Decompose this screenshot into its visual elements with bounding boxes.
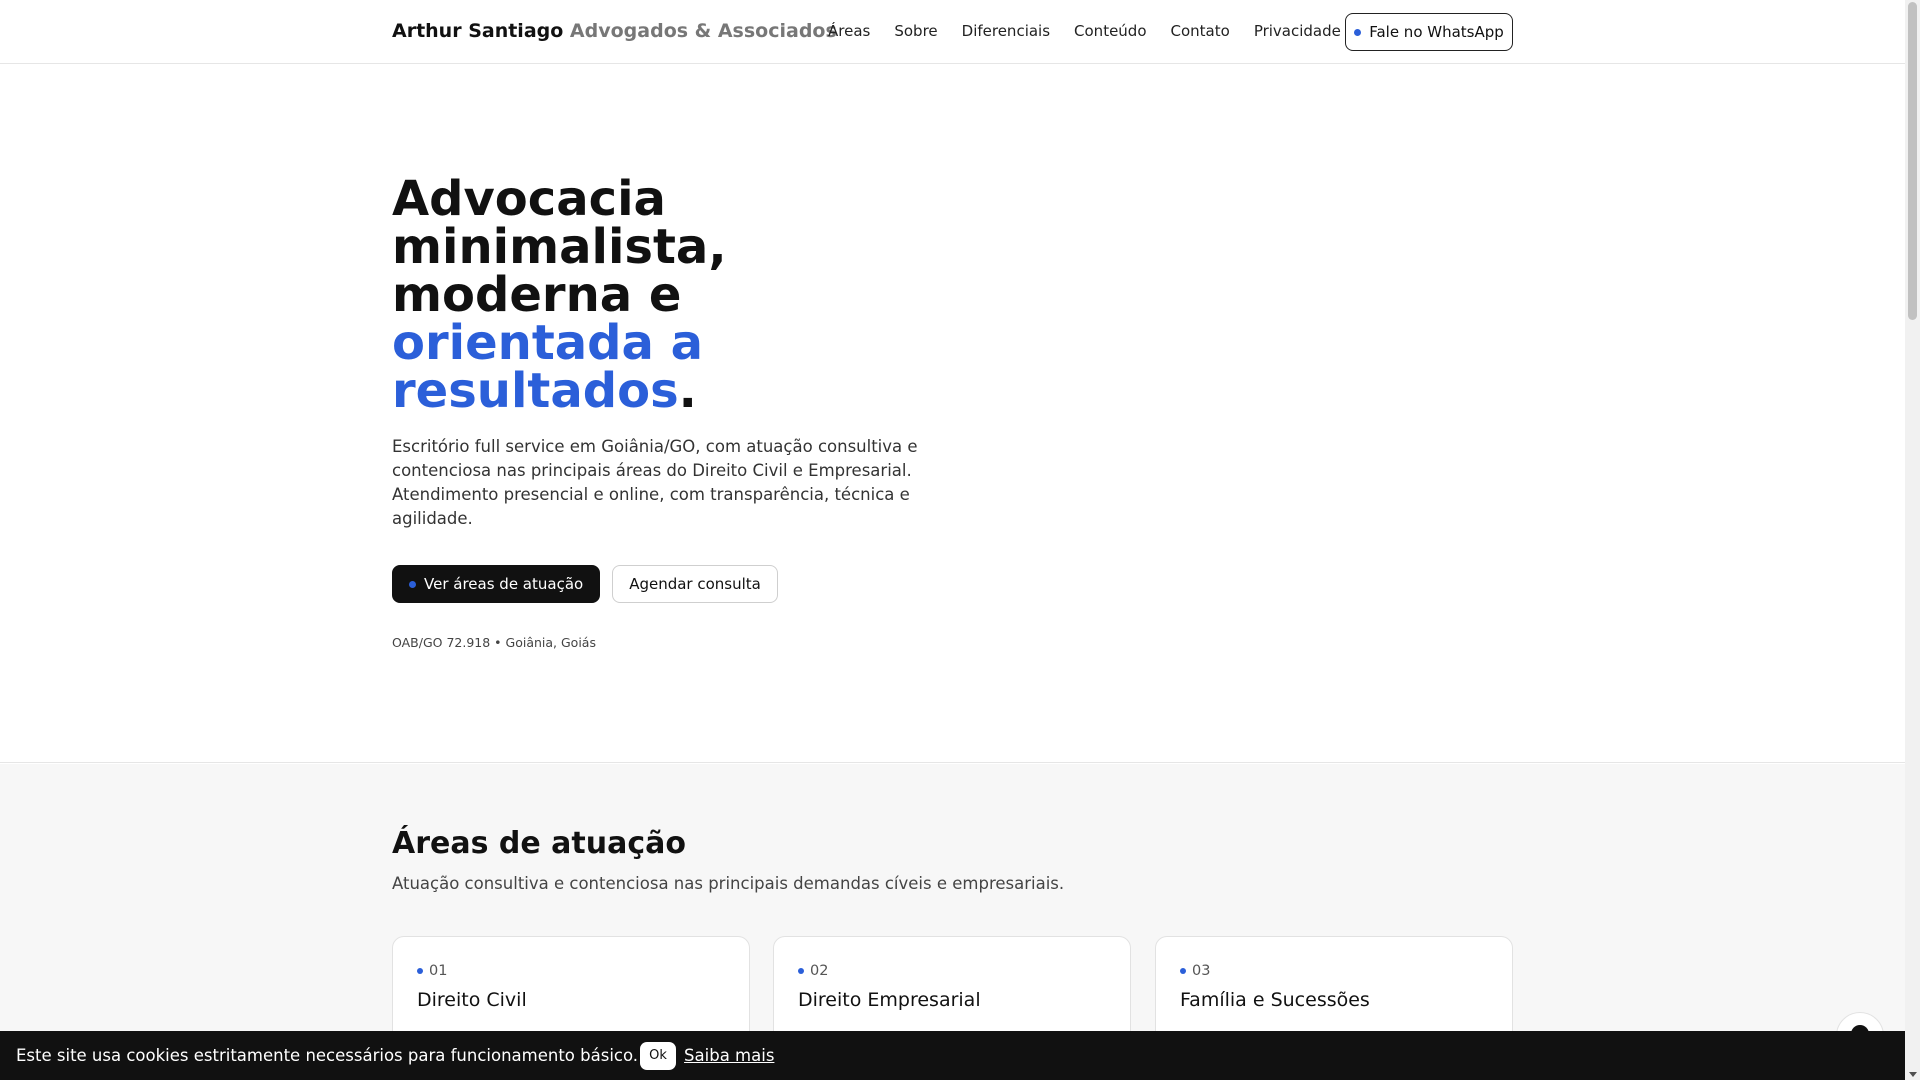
hero-title-accent2: resultados [392, 363, 679, 419]
areas-subtitle: Atuação consultiva e contenciosa nas pri… [392, 874, 1065, 893]
areas-button-label: Ver áreas de atuação [424, 575, 584, 593]
dot-icon [417, 968, 423, 974]
hero-section: Advocacia minimalista, moderna e orienta… [0, 65, 1905, 763]
areas-title: Áreas de atuação [392, 826, 686, 861]
cookie-more-link[interactable]: Saiba mais [684, 1046, 774, 1065]
card-number-text: 03 [1192, 963, 1211, 979]
brand-sub: Advogados & Associados [569, 20, 837, 42]
card-number: 03 [1180, 963, 1210, 979]
hero-title: Advocacia minimalista, moderna e orienta… [392, 175, 952, 415]
schedule-button[interactable]: Agendar consulta [612, 565, 778, 603]
dot-icon [798, 968, 804, 974]
cookie-ok-button[interactable]: Ok [640, 1041, 677, 1070]
dot-icon [409, 580, 416, 588]
hero-meta: OAB/GO 72.918 • Goiânia, Goiás [392, 635, 596, 650]
nav-item-areas[interactable]: Áreas [828, 22, 870, 40]
card-number-text: 02 [810, 963, 829, 979]
status-dot-icon [1354, 28, 1362, 36]
card-title: Direito Empresarial [798, 989, 981, 1011]
vertical-scrollbar[interactable] [1905, 0, 1920, 1080]
site-header: Arthur Santiago Advogados & Associados Á… [0, 0, 1905, 64]
hero-buttons: Ver áreas de atuação Agendar consulta [392, 565, 778, 603]
dot-icon [1180, 968, 1186, 974]
card-number: 01 [417, 963, 447, 979]
hero-description: Escritório full service em Goiânia/GO, c… [392, 437, 918, 528]
areas-button[interactable]: Ver áreas de atuação [392, 565, 601, 603]
nav-item-conteudo[interactable]: Conteúdo [1074, 22, 1146, 40]
card-title: Direito Civil [417, 989, 527, 1011]
brand-logo[interactable]: Arthur Santiago Advogados & Associados [392, 20, 837, 42]
cookie-banner: Este site usa cookies estritamente neces… [0, 1031, 1905, 1080]
whatsapp-button[interactable]: Fale no WhatsApp [1345, 13, 1513, 51]
card-number-text: 01 [429, 963, 448, 979]
nav-item-privacidade[interactable]: Privacidade [1254, 22, 1341, 40]
cookie-text: Este site usa cookies estritamente neces… [16, 1046, 639, 1065]
main-nav: Áreas Sobre Diferenciais Conteúdo Contat… [828, 22, 1341, 40]
card-title: Família e Sucessões [1180, 989, 1370, 1011]
nav-item-sobre[interactable]: Sobre [894, 22, 937, 40]
whatsapp-label: Fale no WhatsApp [1369, 23, 1504, 41]
card-number: 02 [798, 963, 828, 979]
scroll-down-arrow-icon[interactable] [1909, 1072, 1917, 1077]
page: Arthur Santiago Advogados & Associados Á… [0, 0, 1905, 1080]
brand-main: Arthur Santiago [392, 20, 564, 42]
hero-title-end: . [678, 363, 697, 419]
nav-item-contato[interactable]: Contato [1171, 22, 1230, 40]
scrollbar-thumb[interactable] [1908, 2, 1917, 320]
nav-item-diferenciais[interactable]: Diferenciais [962, 22, 1050, 40]
